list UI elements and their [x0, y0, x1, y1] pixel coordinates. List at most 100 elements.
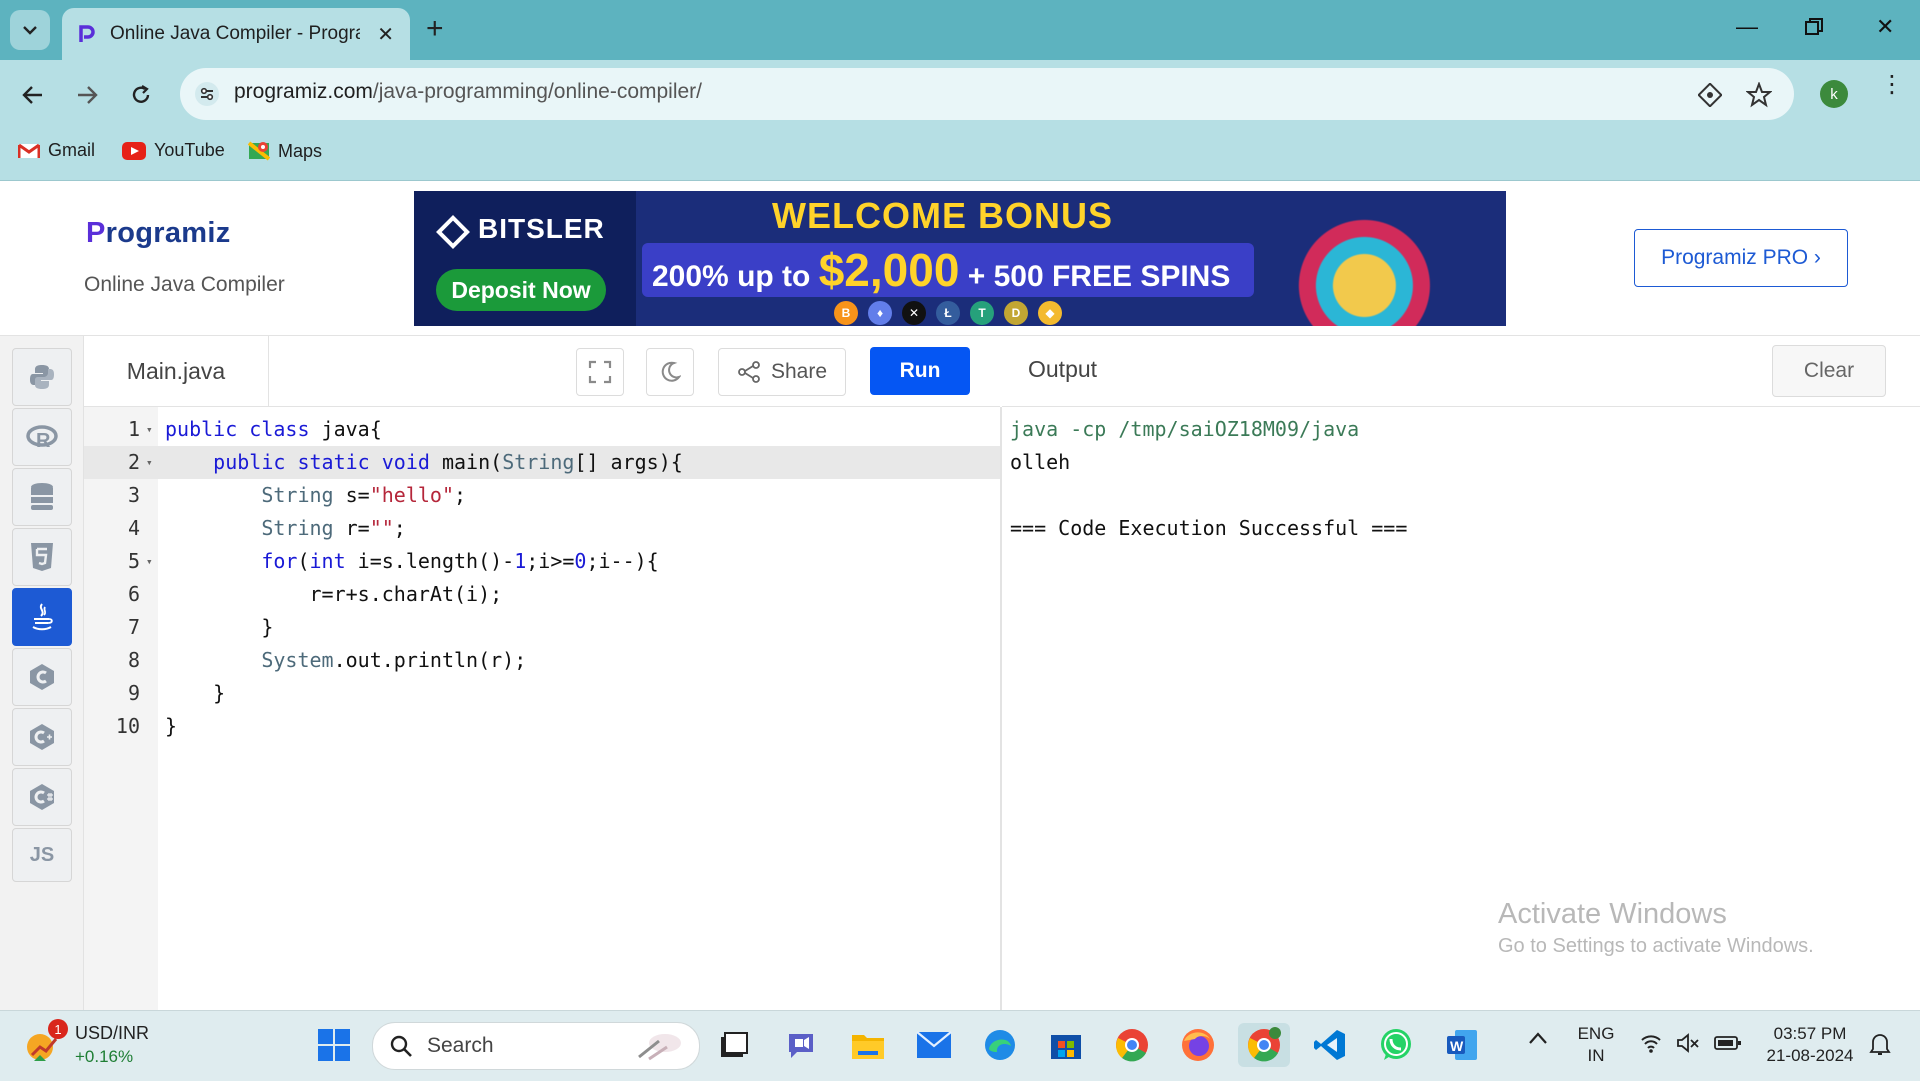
site-header: Programiz Online Java Compiler BITSLER D… [0, 181, 1920, 336]
clock-date: 21-08-2024 [1766, 1046, 1854, 1065]
restore-icon [1805, 18, 1823, 35]
fold-toggle-icon[interactable]: ▾ [146, 413, 153, 446]
close-window-button[interactable]: ✕ [1876, 14, 1894, 40]
code-line[interactable]: 8 System.out.println(r); [84, 644, 1000, 677]
back-button[interactable] [16, 78, 50, 112]
programiz-pro-button[interactable]: Programiz PRO › [1634, 229, 1848, 287]
lens-icon[interactable] [1698, 83, 1722, 107]
lang-python[interactable] [12, 348, 72, 406]
taskbar-app-word[interactable]: W [1440, 1023, 1484, 1067]
site-settings-icon[interactable] [194, 81, 220, 107]
taskbar-app-vscode[interactable] [1308, 1023, 1352, 1067]
notifications-button[interactable] [1868, 1031, 1892, 1062]
bookmark-star-icon[interactable] [1746, 82, 1772, 108]
teams-chat-icon [789, 1034, 813, 1058]
lang-java-active[interactable] [12, 588, 72, 646]
restore-window-button[interactable] [1805, 16, 1823, 42]
code-text: public static void main(String[] args){ [213, 450, 683, 474]
taskbar-app-store[interactable] [1044, 1023, 1088, 1067]
file-tab-main-java[interactable]: Main.java [84, 336, 269, 406]
profile-avatar[interactable]: k [1820, 80, 1848, 108]
weather-widget[interactable]: 1 [22, 1019, 68, 1070]
kebab-menu-icon[interactable]: ⋮ [1880, 73, 1904, 97]
run-button[interactable]: Run [870, 347, 970, 395]
mail-icon [916, 1031, 952, 1058]
close-tab-icon[interactable]: ✕ [377, 22, 394, 47]
fold-toggle-icon[interactable]: ▾ [146, 446, 153, 479]
minimize-window-button[interactable]: — [1736, 14, 1758, 40]
bookmark-maps[interactable]: Maps [248, 140, 322, 162]
tether-coin-icon: T [970, 301, 994, 325]
lang-c[interactable] [12, 648, 72, 706]
ad-deposit-button[interactable]: Deposit Now [436, 269, 606, 311]
taskbar-app-file-explorer[interactable] [846, 1023, 890, 1067]
dark-mode-button[interactable] [646, 348, 694, 396]
code-line[interactable]: 6 r=r+s.charAt(i); [84, 578, 1000, 611]
taskbar-app-firefox[interactable] [1176, 1023, 1220, 1067]
edge-icon [985, 1030, 1015, 1060]
ad-offer: 200% up to $2,000 + 500 FREE SPINS [652, 243, 1230, 297]
fold-toggle-icon[interactable]: ▾ [146, 545, 153, 578]
forward-button[interactable] [70, 78, 104, 112]
taskbar-app-chrome[interactable] [1110, 1023, 1154, 1067]
lang-csharp[interactable] [12, 768, 72, 826]
battery-icon [1714, 1036, 1741, 1050]
bitsler-diamond-icon [436, 215, 470, 249]
taskbar-app-taskview[interactable] [712, 1023, 756, 1067]
code-line[interactable]: 5 ▾ for(int i=s.length()-1;i>=0;i--){ [84, 545, 1000, 578]
taskbar-app-teams[interactable] [780, 1023, 824, 1067]
reload-button[interactable] [124, 78, 158, 112]
search-highlight-icon [638, 1034, 681, 1061]
taskbar-app-mail[interactable] [912, 1023, 956, 1067]
notification-badge: 1 [48, 1019, 68, 1039]
show-hidden-icons-button[interactable] [1528, 1031, 1548, 1050]
start-button[interactable] [312, 1023, 356, 1067]
fullscreen-button[interactable] [576, 348, 624, 396]
browser-tab-active[interactable]: Online Java Compiler - Programiz ✕ [62, 8, 410, 60]
new-tab-button[interactable]: + [426, 14, 444, 44]
programiz-favicon-icon [79, 25, 95, 42]
code-text: } [165, 681, 226, 705]
code-line[interactable]: 9 } [84, 677, 1000, 710]
whatsapp-icon [1381, 1029, 1411, 1060]
output-line: olleh [1010, 450, 1071, 474]
clock[interactable]: 03:57 PM 21-08-2024 [1752, 1023, 1868, 1067]
code-line[interactable]: 4 String r=""; [84, 512, 1000, 545]
taskbar-search[interactable]: Search [372, 1022, 700, 1070]
clear-output-button[interactable]: Clear [1772, 345, 1886, 397]
lang-sql[interactable] [12, 468, 72, 526]
tab-search-button[interactable] [10, 10, 50, 50]
share-button[interactable]: Share [718, 348, 846, 396]
advertisement-banner[interactable]: BITSLER Deposit Now WELCOME BONUS 200% u… [414, 191, 1506, 326]
code-line[interactable]: 10} [84, 710, 1000, 743]
lang-html[interactable] [12, 528, 72, 586]
arrow-left-icon [22, 86, 42, 104]
url-path: /java-programming/online-compiler/ [372, 80, 703, 103]
lang-javascript[interactable]: JS [12, 828, 72, 882]
bookmark-gmail[interactable]: Gmail [18, 140, 95, 161]
taskbar-app-chrome-profile-active[interactable] [1238, 1023, 1290, 1067]
windows-start-icon [318, 1029, 350, 1061]
address-bar[interactable]: programiz.com/java-programming/online-co… [180, 68, 1794, 120]
code-line[interactable]: 1 ▾ public class java{ [84, 413, 1000, 446]
system-tray-quick-settings[interactable] [1640, 1033, 1742, 1053]
code-line[interactable]: 2 ▾ public static void main(String[] args… [84, 446, 1000, 479]
line-number: 8 [127, 648, 140, 672]
line-number: 3 [127, 483, 140, 507]
code-editor[interactable]: 1 ▾ public class java{2 ▾ public static voi… [84, 407, 1002, 1010]
taskbar-app-edge[interactable] [978, 1023, 1022, 1067]
input-language[interactable]: ENG IN [1574, 1023, 1618, 1067]
bookmark-youtube[interactable]: YouTube [122, 140, 225, 161]
code-line[interactable]: 7 } [84, 611, 1000, 644]
taskbar-app-whatsapp[interactable] [1374, 1023, 1418, 1067]
code-line[interactable]: 3 String s="hello"; [84, 479, 1000, 512]
language-sidebar: R JS [0, 336, 84, 1010]
firefox-icon [1182, 1029, 1214, 1061]
output-title: Output [1028, 356, 1098, 382]
chevron-down-icon [23, 26, 37, 35]
programiz-logo[interactable]: Programiz [86, 217, 231, 250]
lang-r[interactable]: R [12, 408, 72, 466]
url-text: programiz.com/java-programming/online-co… [234, 80, 702, 104]
lang-cpp[interactable] [12, 708, 72, 766]
ad-casino-artwork [1270, 191, 1506, 326]
